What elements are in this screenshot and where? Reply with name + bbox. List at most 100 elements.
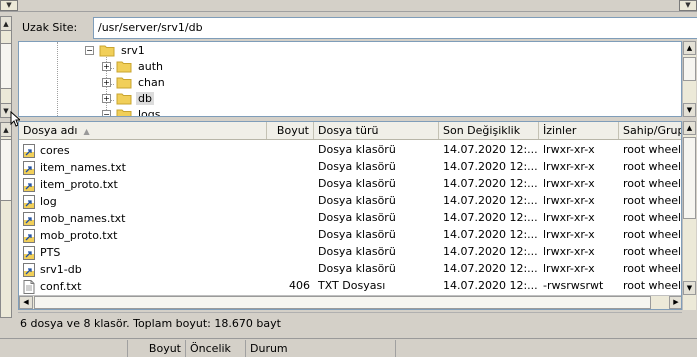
column-header-name[interactable]: Dosya adı ▲ bbox=[19, 122, 267, 139]
file-name: log bbox=[40, 194, 57, 208]
file-name: srv1-db bbox=[40, 262, 82, 276]
folder-icon bbox=[99, 45, 115, 56]
file-type: Dosya klasörü bbox=[318, 143, 396, 156]
file-size bbox=[267, 260, 314, 277]
file-row[interactable]: item_names.txt Dosya klasörü 14.07.2020 12… bbox=[19, 158, 681, 175]
column-header-label: Dosya adı bbox=[23, 124, 78, 137]
file-row[interactable]: item_proto.txt Dosya klasörü 14.07.2020 12… bbox=[19, 175, 682, 192]
scroll-left-arrow-icon[interactable]: ◀ bbox=[19, 296, 33, 309]
queue-column-filename[interactable] bbox=[0, 340, 128, 357]
column-header-owner[interactable]: Sahip/Grup bbox=[619, 122, 681, 139]
file-owner: root wheel bbox=[623, 143, 682, 156]
horizontal-scrollbar[interactable]: ◀ ▶ bbox=[19, 295, 681, 309]
file-type: Dosya klasörü bbox=[318, 211, 396, 224]
scrollbar-thumb[interactable] bbox=[683, 57, 696, 81]
scroll-up-arrow-icon[interactable]: ▲ bbox=[683, 121, 696, 135]
remote-site-label: Uzak Site: bbox=[22, 21, 78, 34]
file-permissions: lrwxr-xr-x bbox=[543, 228, 595, 241]
folder-link-icon bbox=[23, 211, 35, 226]
file-permissions: lrwxr-xr-x bbox=[543, 143, 595, 156]
file-permissions: lrwxr-xr-x bbox=[543, 262, 595, 275]
remote-site-bar: Uzak Site: /usr/server/srv1/db bbox=[16, 16, 697, 40]
file-name: mob_proto.txt bbox=[40, 228, 118, 242]
file-modified: 14.07.2020 12:... bbox=[443, 245, 538, 258]
file-permissions: lrwxr-xr-x bbox=[543, 211, 595, 224]
file-row[interactable]: log Dosya klasörü 14.07.2020 12:... lrwxr-x… bbox=[19, 192, 681, 209]
folder-link-icon bbox=[23, 160, 35, 175]
column-header-type[interactable]: Dosya türü bbox=[314, 122, 439, 139]
expand-icon[interactable]: + bbox=[102, 61, 111, 71]
expand-icon[interactable]: + bbox=[102, 93, 111, 103]
tree-item-srv1[interactable]: − srv1 bbox=[85, 42, 147, 58]
tree-item-db[interactable]: + db bbox=[102, 90, 154, 106]
queue-column-size[interactable]: Boyut bbox=[128, 340, 186, 357]
folder-link-icon bbox=[23, 194, 35, 209]
queue-column-priority[interactable]: Öncelik bbox=[186, 340, 246, 357]
scrollbar-thumb[interactable] bbox=[1, 139, 11, 201]
local-pane-edge: ▲ ▼ ▲ bbox=[0, 12, 13, 319]
tree-item-label-selected: db bbox=[136, 91, 154, 105]
tree-item-label: srv1 bbox=[121, 43, 145, 57]
file-size bbox=[267, 226, 314, 243]
column-header-size[interactable]: Boyut bbox=[267, 122, 314, 139]
file-row[interactable]: mob_names.txt Dosya klasörü 14.07.2020 12:… bbox=[19, 209, 682, 226]
scrollbar-thumb[interactable] bbox=[1, 43, 11, 89]
file-name-cell: srv1-db bbox=[19, 260, 267, 277]
column-header-permissions[interactable]: İzinler bbox=[539, 122, 619, 139]
collapse-icon[interactable]: − bbox=[102, 109, 111, 116]
scroll-down-arrow-icon[interactable]: ▼ bbox=[0, 0, 18, 11]
file-size: 406 bbox=[289, 279, 310, 292]
file-name-cell: cores bbox=[19, 141, 267, 158]
file-modified: 14.07.2020 12:... bbox=[443, 262, 538, 275]
file-permissions: lrwxr-xr-x bbox=[543, 194, 595, 207]
file-row[interactable]: conf.txt 406 TXT Dosyası 14.07.2020 12:... -… bbox=[19, 277, 681, 294]
folder-icon bbox=[116, 77, 132, 88]
sort-ascending-icon: ▲ bbox=[83, 127, 90, 136]
tree-item-chan[interactable]: + chan bbox=[102, 74, 167, 90]
tree-item-logs[interactable]: − logs bbox=[102, 106, 163, 116]
folder-icon bbox=[116, 61, 132, 72]
local-list-scrollbar[interactable]: ▲ bbox=[0, 122, 12, 318]
file-size bbox=[267, 141, 314, 158]
file-row[interactable]: mob_proto.txt Dosya klasörü 14.07.2020 12:… bbox=[19, 226, 681, 243]
file-owner: root wheel bbox=[623, 177, 682, 190]
file-permissions: lrwxr-xr-x bbox=[543, 160, 595, 173]
remote-path-input[interactable]: /usr/server/srv1/db bbox=[93, 17, 697, 39]
scroll-up-arrow-icon[interactable]: ▲ bbox=[683, 41, 696, 55]
file-modified: 14.07.2020 12:... bbox=[443, 143, 538, 156]
collapse-icon[interactable]: − bbox=[85, 45, 94, 55]
tree-item-auth[interactable]: + auth bbox=[102, 58, 165, 74]
file-size bbox=[267, 243, 314, 260]
expand-icon[interactable]: + bbox=[102, 77, 111, 87]
column-header-modified[interactable]: Son Değişiklik bbox=[439, 122, 539, 139]
file-name: item_proto.txt bbox=[40, 177, 118, 191]
scrollbar-thumb[interactable] bbox=[34, 296, 651, 309]
scroll-down-arrow-icon[interactable]: ▼ bbox=[683, 103, 696, 117]
queue-column-status[interactable]: Durum bbox=[246, 340, 396, 357]
folder-open-icon bbox=[116, 93, 132, 104]
remote-directory-tree[interactable]: − srv1 + auth + chan + db − logs bbox=[18, 41, 682, 117]
file-list-scrollbar[interactable]: ▲ ▼ bbox=[682, 121, 696, 310]
file-name: cores bbox=[40, 143, 70, 157]
tree-scrollbar[interactable]: ▲ ▼ bbox=[682, 41, 696, 117]
file-size bbox=[267, 158, 314, 175]
file-type: Dosya klasörü bbox=[318, 245, 396, 258]
file-row[interactable]: PTS Dosya klasörü 14.07.2020 12:... lrwxr-x… bbox=[19, 243, 681, 260]
remote-file-list[interactable]: Dosya adı ▲ Boyut Dosya türü Son Değişikl… bbox=[18, 121, 682, 310]
scroll-down-arrow-icon[interactable]: ▼ bbox=[679, 0, 697, 11]
file-owner: root wheel bbox=[623, 211, 682, 224]
file-name-cell: mob_proto.txt bbox=[19, 226, 267, 243]
local-tree-scrollbar[interactable]: ▲ ▼ bbox=[0, 16, 12, 118]
scrollbar-thumb[interactable] bbox=[683, 137, 696, 219]
scroll-right-arrow-icon[interactable]: ▶ bbox=[669, 296, 681, 309]
scroll-up-arrow-icon[interactable]: ▲ bbox=[1, 17, 11, 31]
file-modified: 14.07.2020 12:... bbox=[443, 160, 538, 173]
file-row[interactable]: srv1-db Dosya klasörü 14.07.2020 12:... lrw… bbox=[19, 260, 681, 277]
file-name-cell: PTS bbox=[19, 243, 267, 260]
file-row[interactable]: cores Dosya klasörü 14.07.2020 12:... lrwxr… bbox=[19, 141, 682, 158]
file-modified: 14.07.2020 12:... bbox=[443, 228, 538, 241]
scroll-down-arrow-icon[interactable]: ▼ bbox=[683, 281, 696, 295]
file-permissions: lrwxr-xr-x bbox=[543, 245, 595, 258]
file-type: Dosya klasörü bbox=[318, 177, 396, 190]
file-permissions: lrwxr-xr-x bbox=[543, 177, 595, 190]
